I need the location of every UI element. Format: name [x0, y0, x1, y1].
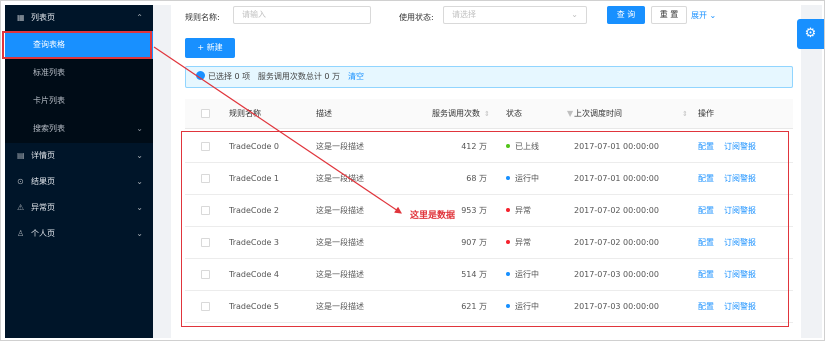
screenshot-frame: ▦ 列表页 ⌃ 查询表格 标准列表 卡片列表 搜索列表 ⌄ ▤ 详情页 ⌄ ⊙ 结果页 … [0, 0, 825, 341]
annotation-arrow-line [153, 46, 402, 214]
annotation-arrows [153, 46, 402, 214]
